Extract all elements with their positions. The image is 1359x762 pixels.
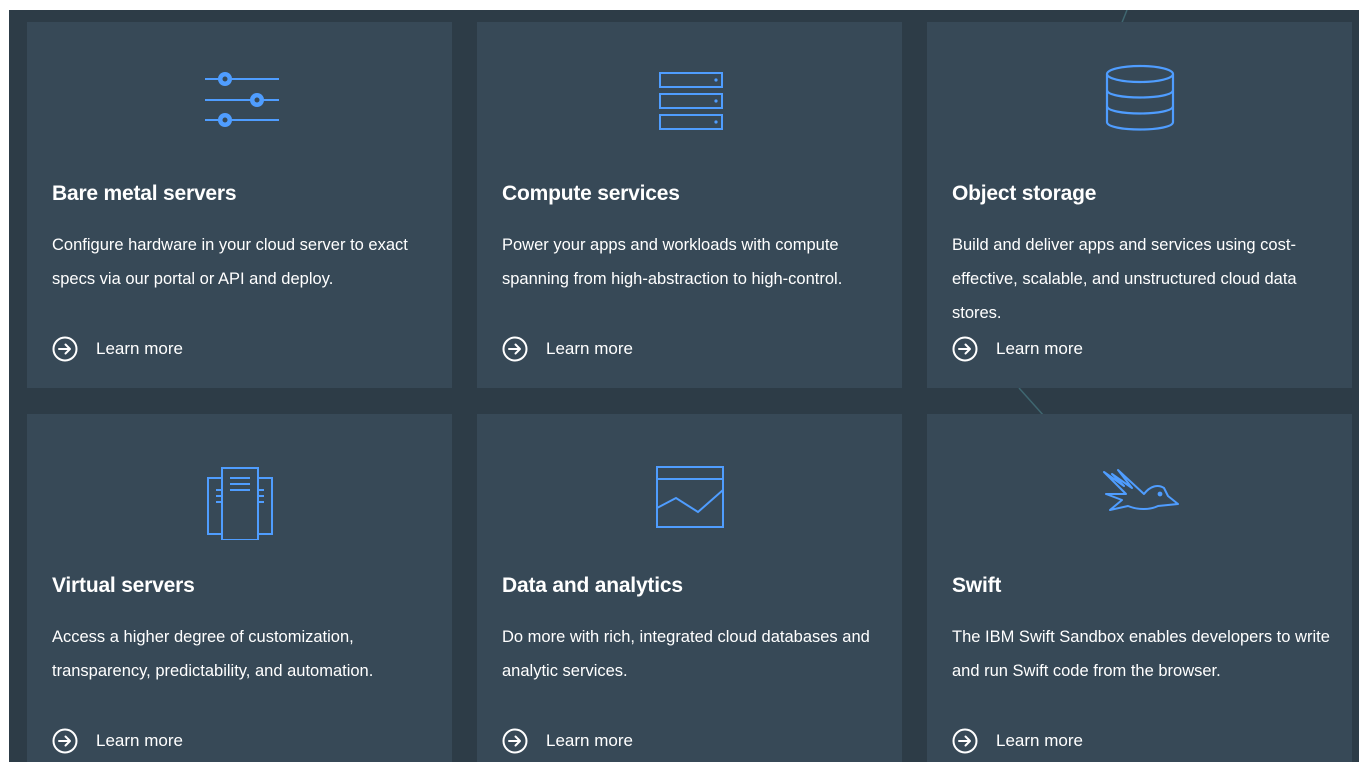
card-description: Build and deliver apps and services usin… <box>952 236 1297 322</box>
arrow-circle-right-icon <box>952 336 978 362</box>
card-swift: Swift The IBM Swift Sandbox enables deve… <box>927 414 1352 762</box>
arrow-circle-right-icon <box>952 728 978 754</box>
card-data-and-analytics: Data and analytics Do more with rich, in… <box>477 414 902 762</box>
server-rack-icon <box>477 62 902 142</box>
learn-more-link[interactable]: Learn more <box>952 336 1083 362</box>
card-description: Power your apps and workloads with compu… <box>502 236 843 288</box>
page: Bare metal servers Configure hardware in… <box>0 0 1359 762</box>
card-title: Bare metal servers <box>52 182 237 205</box>
analytics-chart-icon <box>477 464 902 544</box>
card-object-storage: Object storage Build and deliver apps an… <box>927 22 1352 388</box>
learn-more-link[interactable]: Learn more <box>502 336 633 362</box>
database-icon <box>927 62 1352 142</box>
arrow-circle-right-icon <box>502 728 528 754</box>
learn-more-label: Learn more <box>996 339 1083 358</box>
learn-more-link[interactable]: Learn more <box>952 728 1083 754</box>
card-compute-services: Compute services Power your apps and wor… <box>477 22 902 388</box>
card-description: Configure hardware in your cloud server … <box>52 236 408 288</box>
arrow-circle-right-icon <box>52 728 78 754</box>
arrow-circle-right-icon <box>52 336 78 362</box>
learn-more-label: Learn more <box>546 339 633 358</box>
card-title: Virtual servers <box>52 574 195 597</box>
card-description: The IBM Swift Sandbox enables developers… <box>952 628 1330 680</box>
card-bare-metal-servers: Bare metal servers Configure hardware in… <box>27 22 452 388</box>
learn-more-label: Learn more <box>546 731 633 750</box>
card-description: Access a higher degree of customization,… <box>52 628 374 680</box>
learn-more-label: Learn more <box>96 731 183 750</box>
card-description: Do more with rich, integrated cloud data… <box>502 628 870 680</box>
learn-more-link[interactable]: Learn more <box>52 336 183 362</box>
arrow-circle-right-icon <box>502 336 528 362</box>
card-title: Object storage <box>952 182 1097 205</box>
virtual-servers-icon <box>27 464 452 544</box>
learn-more-link[interactable]: Learn more <box>502 728 633 754</box>
learn-more-label: Learn more <box>96 339 183 358</box>
learn-more-label: Learn more <box>996 731 1083 750</box>
card-title: Swift <box>952 574 1002 597</box>
card-title: Compute services <box>502 182 680 205</box>
services-section: Bare metal servers Configure hardware in… <box>9 10 1359 762</box>
swift-bird-icon <box>927 464 1352 544</box>
card-virtual-servers: Virtual servers Access a higher degree o… <box>27 414 452 762</box>
learn-more-link[interactable]: Learn more <box>52 728 183 754</box>
sliders-icon <box>27 62 452 142</box>
card-title: Data and analytics <box>502 574 683 597</box>
